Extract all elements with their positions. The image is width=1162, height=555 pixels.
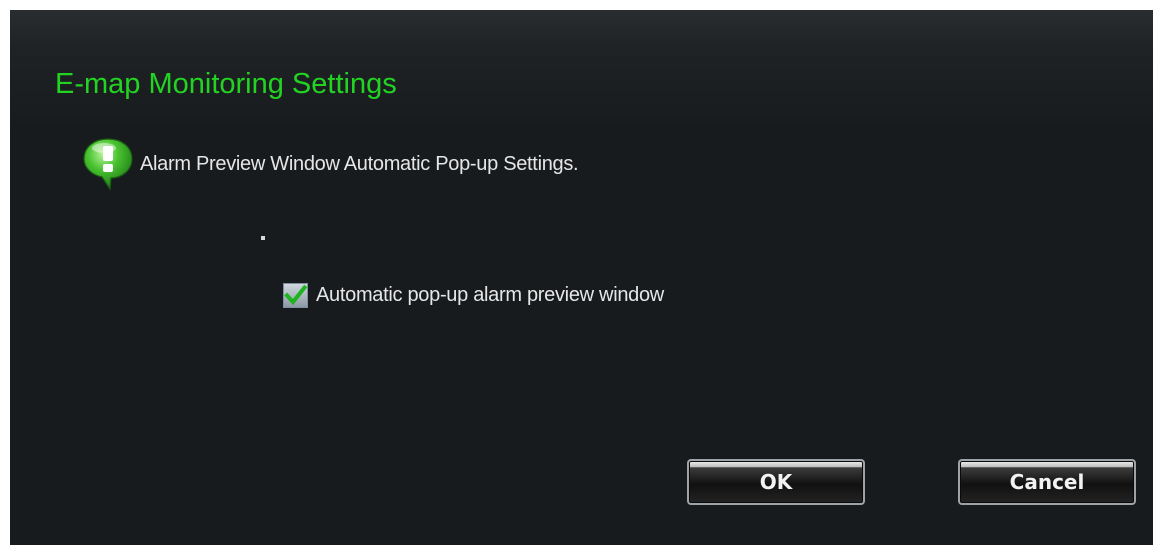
emap-monitoring-settings-dialog: E-map Monitoring Settings Alarm Preview … — [10, 10, 1153, 545]
info-text: Alarm Preview Window Automatic Pop-up Se… — [140, 152, 579, 175]
check-mark-icon — [284, 284, 308, 306]
info-message: Alarm Preview Window Automatic Pop-up Se… — [82, 136, 579, 192]
auto-popup-checkbox[interactable] — [283, 283, 308, 308]
exclamation-speech-bubble-icon — [82, 136, 134, 192]
dialog-title: E-map Monitoring Settings — [55, 68, 397, 100]
ok-button[interactable]: OK — [687, 459, 865, 505]
auto-popup-label[interactable]: Automatic pop-up alarm preview window — [316, 284, 664, 307]
stray-dot — [261, 236, 265, 240]
cancel-button[interactable]: Cancel — [958, 459, 1136, 505]
auto-popup-option[interactable]: Automatic pop-up alarm preview window — [283, 283, 664, 308]
